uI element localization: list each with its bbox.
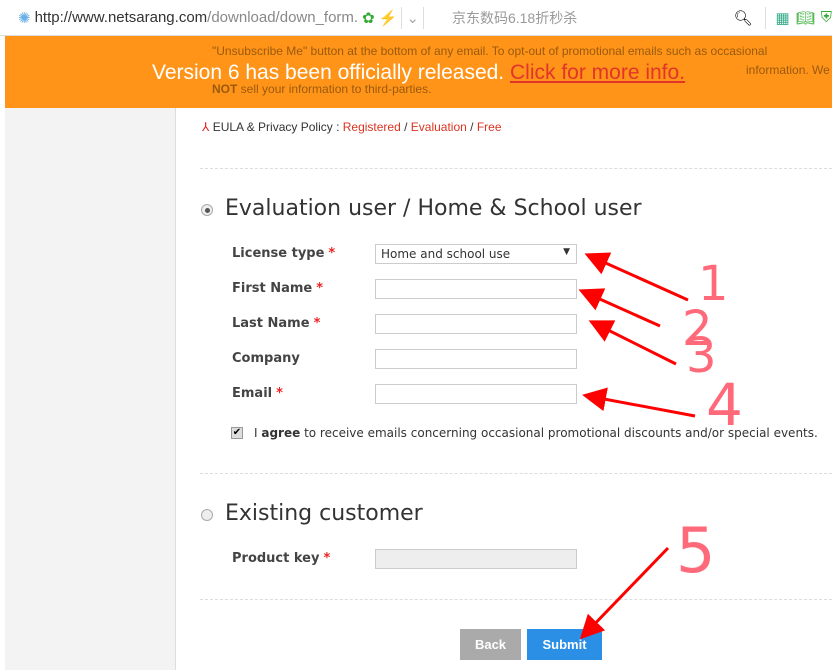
search-icon[interactable]: 🔍︎ (733, 9, 752, 27)
pdf-icon: ⅄ (202, 120, 210, 134)
first-name-label: First Name * (232, 281, 324, 296)
left-sidebar (5, 36, 176, 670)
company-input[interactable] (375, 349, 577, 369)
email-input[interactable] (375, 384, 577, 404)
lightning-icon[interactable]: ⚡ (379, 9, 398, 27)
submit-button[interactable]: Submit (527, 629, 602, 660)
divider (200, 473, 832, 474)
free-link[interactable]: Free (477, 120, 502, 134)
refresh-icon[interactable]: ✿ (362, 9, 375, 27)
email-label: Email * (232, 386, 283, 401)
existing-customer-title: Existing customer (225, 501, 423, 526)
divider (200, 599, 832, 600)
evaluation-radio[interactable] (201, 204, 213, 216)
eula-links: ⅄ EULA & Privacy Policy : Registered / E… (202, 120, 502, 134)
agree-checkbox[interactable]: ✔ (231, 427, 243, 439)
product-key-input[interactable] (375, 549, 577, 569)
more-info-link[interactable]: Click for more info. (510, 61, 685, 84)
site-icon: ✺ (18, 9, 31, 27)
last-name-label: Last Name * (232, 316, 321, 331)
divider (200, 168, 832, 169)
first-name-input[interactable] (375, 279, 577, 299)
release-banner: Version 6 has been officially released. … (151, 61, 686, 84)
search-hint[interactable]: 京东数码6.18折秒杀 (452, 8, 734, 28)
apps-icon[interactable]: ▦ (776, 9, 790, 27)
company-label: Company (232, 351, 300, 366)
browser-address-bar: ✺ http://www.netsarang.com/download/down… (0, 0, 832, 36)
existing-customer-radio[interactable] (201, 509, 213, 521)
registered-link[interactable]: Registered (343, 120, 401, 134)
evaluation-title: Evaluation user / Home & School user (225, 196, 642, 221)
license-type-label: License type * (232, 246, 336, 261)
product-key-label: Product key * (232, 551, 331, 566)
url-field[interactable]: http://www.netsarang.com/download/down_f… (35, 9, 359, 26)
last-name-input[interactable] (375, 314, 577, 334)
book-icon[interactable]: 📖︎ (796, 9, 815, 27)
dropdown-icon[interactable]: ⌄ (406, 9, 419, 27)
back-button[interactable]: Back (460, 629, 521, 660)
license-type-select[interactable]: Home and school use (375, 244, 577, 264)
shield-icon[interactable]: ⛨ (821, 9, 832, 26)
agree-text: I agree to receive emails concerning occ… (254, 426, 818, 440)
evaluation-link[interactable]: Evaluation (411, 120, 467, 134)
